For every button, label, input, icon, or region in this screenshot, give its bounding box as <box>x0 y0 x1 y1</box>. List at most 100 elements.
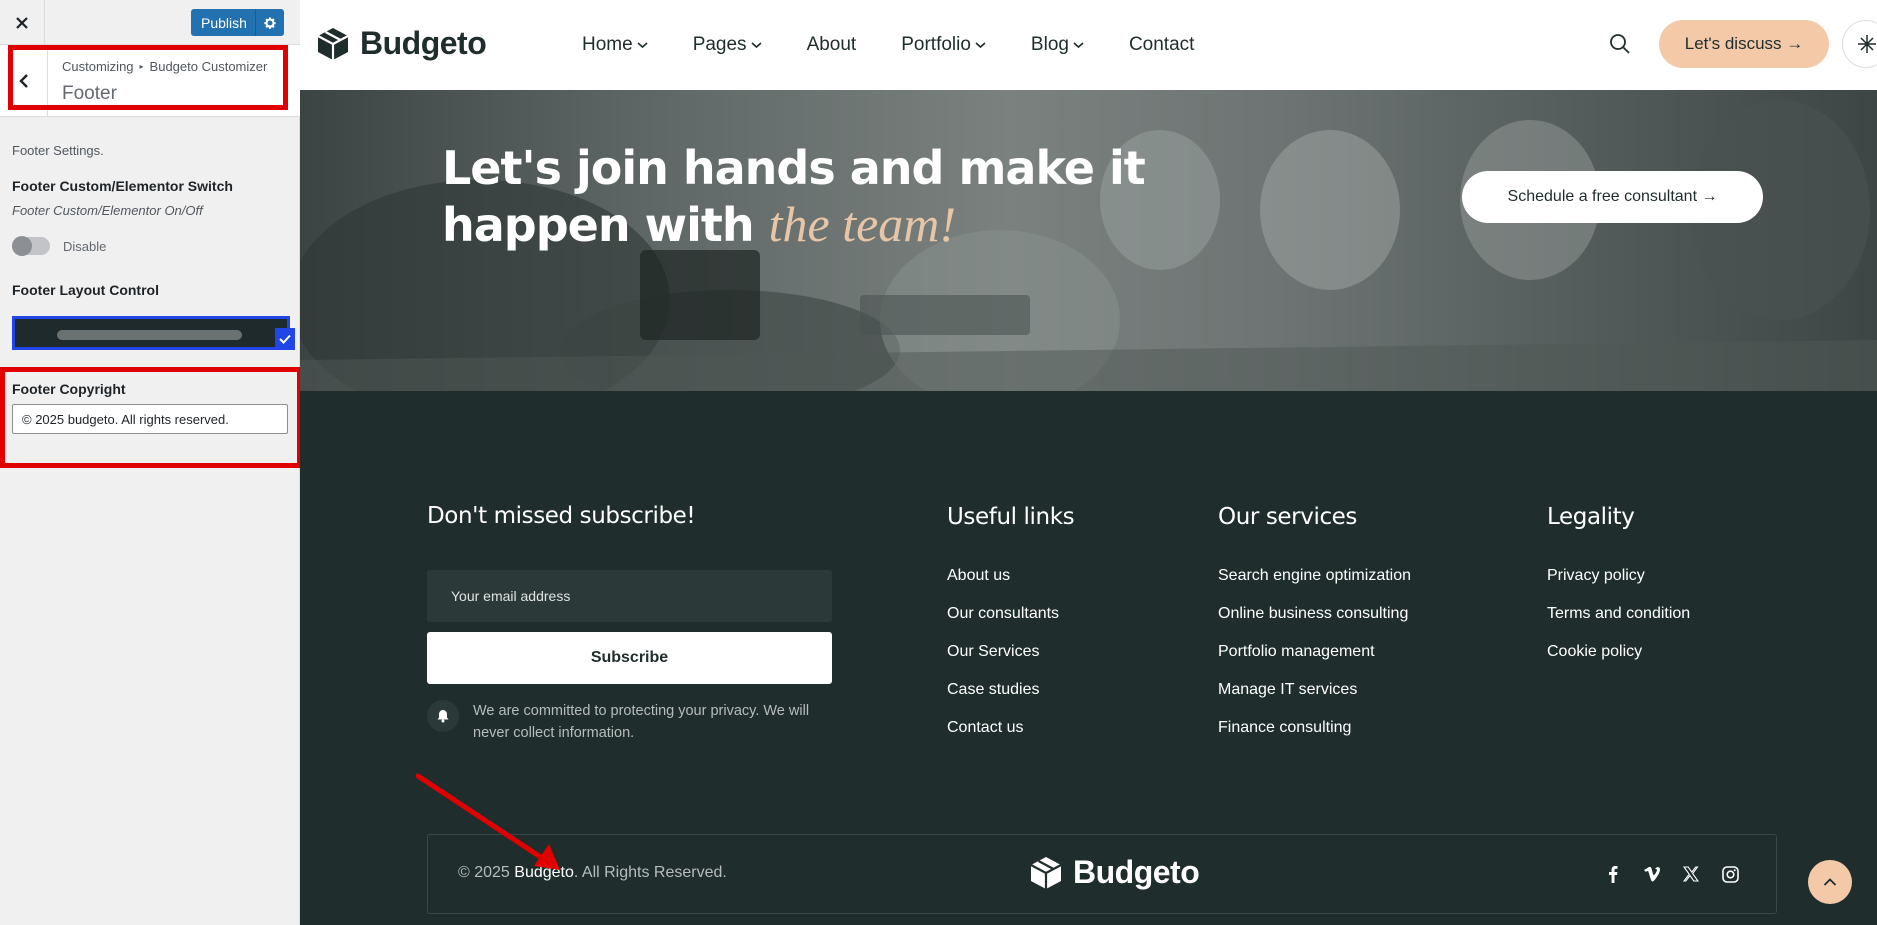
nav-item-contact[interactable]: Contact <box>1129 34 1194 56</box>
nav-label: Blog <box>1030 34 1069 55</box>
customizer-sidebar: Publish Customizing ▸ Budgeto Customizer F… <box>0 0 302 925</box>
site-logo[interactable]: Budgeto <box>315 25 487 62</box>
footer-link-finance-consulting[interactable]: Finance consulting <box>1218 717 1411 755</box>
nav-item-home[interactable]: Home <box>582 34 648 56</box>
breadcrumb: Customizing ▸ Budgeto Customizer <box>62 59 267 74</box>
cta-banner: Let's join hands and make it happen with… <box>300 90 1877 391</box>
footer-copyright-label: Footer Copyright <box>12 381 126 397</box>
nav-item-blog[interactable]: Blog <box>1031 34 1084 56</box>
nav-item-portfolio[interactable]: Portfolio <box>901 34 986 56</box>
chevron-down-icon <box>637 42 648 49</box>
instagram-link[interactable] <box>1720 864 1740 884</box>
chevron-left-icon <box>18 74 28 88</box>
scroll-to-top-button[interactable] <box>1808 860 1852 904</box>
search-button[interactable] <box>1608 32 1632 56</box>
close-customizer-button[interactable] <box>0 0 45 45</box>
breadcrumb-parent: Budgeto Customizer <box>149 59 268 74</box>
footer-copyright-input[interactable]: © 2025 budgeto. All rights reserved. <box>12 404 288 434</box>
nav-label: Home <box>582 34 633 55</box>
footer-link-our-consultants[interactable]: Our consultants <box>947 603 1059 641</box>
footer-link-privacy-policy[interactable]: Privacy policy <box>1547 565 1690 603</box>
footer-link-terms[interactable]: Terms and condition <box>1547 603 1690 641</box>
heading-accent: the team! <box>768 196 957 252</box>
footer-settings-description: Footer Settings. <box>12 143 104 158</box>
chevron-down-icon <box>751 42 762 49</box>
nav-item-about[interactable]: About <box>807 34 857 56</box>
nav-label: About <box>806 34 857 55</box>
customizer-header: Publish <box>0 0 300 45</box>
x-link[interactable] <box>1681 864 1701 884</box>
vimeo-icon <box>1644 866 1660 882</box>
nav-label: Pages <box>692 34 747 55</box>
banner-heading: Let's join hands and make it happen with… <box>442 140 1146 253</box>
layout-selected-check <box>275 328 295 350</box>
footer-switch-toggle[interactable] <box>12 236 50 256</box>
nav-label: Portfolio <box>901 34 971 55</box>
site-preview: Budgeto Home Pages About Portfolio Blog … <box>300 0 1877 925</box>
switch-label: Footer Custom/Elementor Switch <box>12 178 233 194</box>
privacy-badge <box>427 700 459 732</box>
back-button[interactable] <box>0 45 48 117</box>
section-title-panel: Customizing ▸ Budgeto Customizer Footer <box>0 45 300 117</box>
instagram-icon <box>1721 865 1739 883</box>
footer-logo[interactable]: Budgeto <box>1028 854 1200 891</box>
heading-line-2-text: happen with <box>442 198 769 252</box>
footer-link-contact-us[interactable]: Contact us <box>947 717 1059 755</box>
main-nav: Home Pages About Portfolio Blog Contact <box>582 0 1239 90</box>
services-list: Search engine optimization Online busine… <box>1218 565 1411 755</box>
checkmark-icon <box>279 334 291 344</box>
lets-discuss-button[interactable]: Let's discuss → <box>1659 20 1829 68</box>
chevron-down-icon <box>975 42 986 49</box>
breadcrumb-root: Customizing <box>62 59 134 74</box>
close-icon <box>16 16 28 29</box>
chevron-up-icon <box>1823 878 1837 886</box>
footer-link-online-consulting[interactable]: Online business consulting <box>1218 603 1411 641</box>
bell-icon <box>437 710 449 723</box>
footer-link-cookie-policy[interactable]: Cookie policy <box>1547 641 1690 679</box>
cube-logo-icon <box>1030 856 1062 889</box>
facebook-link[interactable] <box>1603 864 1623 884</box>
x-icon <box>1683 866 1699 882</box>
footer-link-portfolio-management[interactable]: Portfolio management <box>1218 641 1411 679</box>
switch-description: Footer Custom/Elementor On/Off <box>12 203 203 218</box>
nav-label: Contact <box>1128 34 1195 55</box>
footer-bottom-bar: © 2025 Budgeto. All Rights Reserved. Bud… <box>427 834 1777 914</box>
legality-list: Privacy policy Terms and condition Cooki… <box>1547 565 1690 679</box>
publish-button[interactable]: Publish <box>191 9 284 36</box>
layout-control-label: Footer Layout Control <box>12 282 159 298</box>
copyright-suffix: . All Rights Reserved. <box>573 864 727 881</box>
search-icon <box>1610 34 1630 54</box>
social-links <box>1603 864 1759 884</box>
legality-title: Legality <box>1547 504 1635 530</box>
toggle-knob <box>12 236 32 256</box>
heading-line-2: happen with the team! <box>442 196 1145 253</box>
site-header: Budgeto Home Pages About Portfolio Blog … <box>300 0 1877 90</box>
footer-link-about-us[interactable]: About us <box>947 565 1059 603</box>
subscribe-button[interactable]: Subscribe <box>427 632 832 684</box>
section-title: Footer <box>62 83 117 104</box>
email-input[interactable]: Your email address <box>427 570 832 622</box>
useful-links-list: About us Our consultants Our Services Ca… <box>947 565 1059 755</box>
footer-link-seo[interactable]: Search engine optimization <box>1218 565 1411 603</box>
privacy-text: We are committed to protecting your priv… <box>473 703 810 741</box>
logo-text: Budgeto <box>360 25 487 61</box>
sparkle-icon <box>1858 35 1876 53</box>
footer-link-case-studies[interactable]: Case studies <box>947 679 1059 717</box>
cube-logo-icon <box>317 27 349 60</box>
footer-link-manage-it[interactable]: Manage IT services <box>1218 679 1411 717</box>
facebook-icon <box>1609 866 1618 883</box>
vimeo-link[interactable] <box>1642 864 1662 884</box>
layout-preview-bar <box>57 330 242 340</box>
sparkle-menu-button[interactable] <box>1842 20 1877 68</box>
footer-link-our-services[interactable]: Our Services <box>947 641 1059 679</box>
useful-links-title: Useful links <box>947 504 1075 530</box>
publish-settings-button[interactable] <box>255 9 284 36</box>
schedule-consultant-button[interactable]: Schedule a free consultant → <box>1462 171 1763 223</box>
our-services-title: Our services <box>1218 504 1358 530</box>
breadcrumb-separator: ▸ <box>139 62 144 71</box>
switch-state-text: Disable <box>63 238 107 254</box>
footer-layout-option[interactable] <box>12 316 290 350</box>
publish-label: Publish <box>201 14 247 31</box>
footer-logo-text: Budgeto <box>1073 854 1200 890</box>
nav-item-pages[interactable]: Pages <box>693 34 762 56</box>
